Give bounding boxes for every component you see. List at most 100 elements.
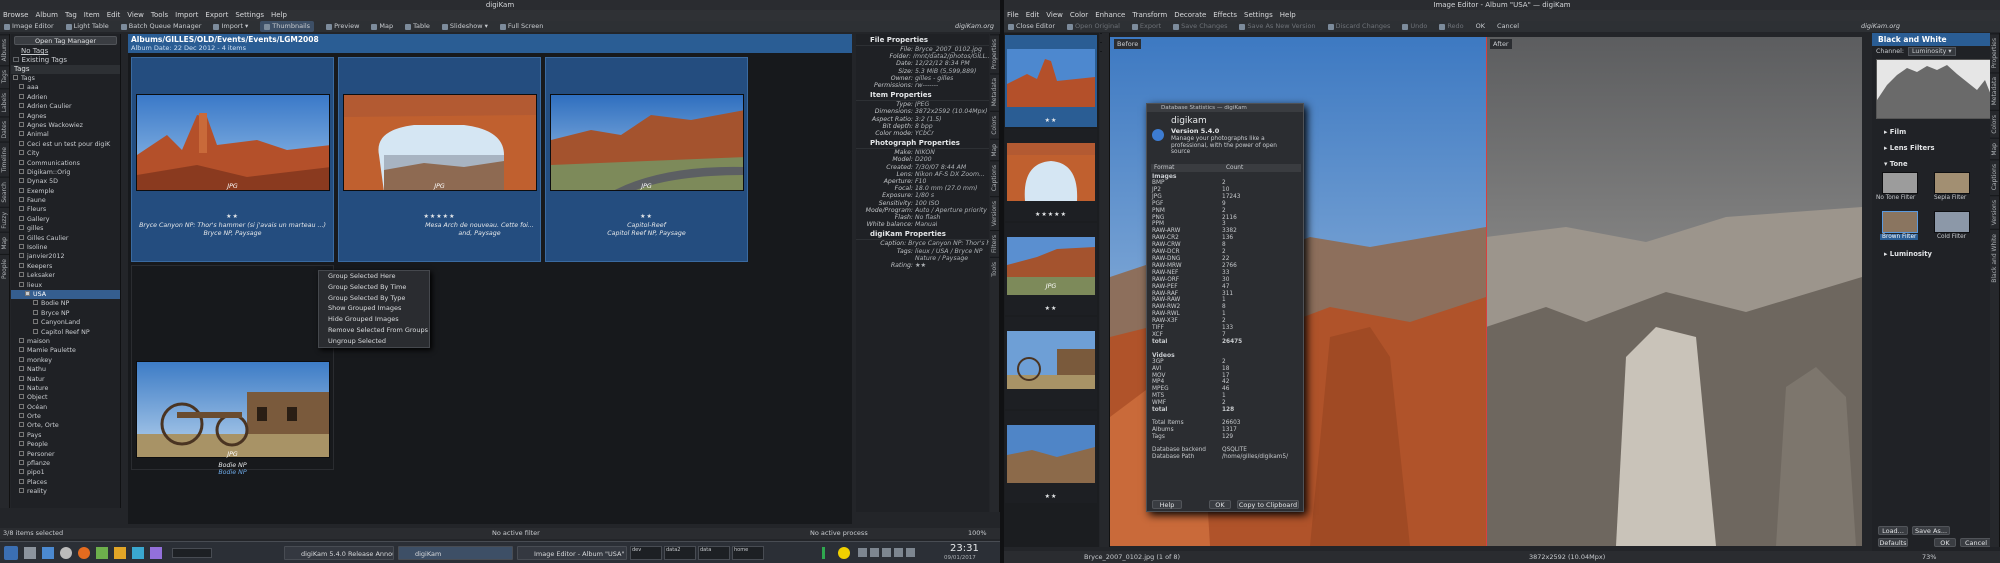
tab-versions[interactable]: Versions (1990, 194, 1999, 229)
map-button[interactable]: Map (371, 21, 393, 32)
save-as-button[interactable]: Save As... (1912, 526, 1950, 535)
desktop-3[interactable]: data (698, 546, 730, 560)
copy-to-clipboard-button[interactable]: Copy to Clipboard (1237, 500, 1299, 509)
tray-icon[interactable] (894, 548, 903, 557)
tag-checkbox[interactable] (19, 450, 24, 456)
tag-item[interactable]: Agnes (11, 112, 120, 121)
tag-item[interactable]: lieux (11, 281, 120, 290)
menu-item-group-selected-here[interactable]: Group Selected Here (319, 271, 429, 282)
import-button[interactable]: Import ▾ (213, 21, 248, 32)
tag-checkbox[interactable] (19, 413, 24, 419)
tab-tools[interactable]: Tools (990, 256, 999, 281)
menu-edit[interactable]: Edit (1026, 10, 1040, 21)
tag-checkbox[interactable] (33, 300, 38, 306)
tab-metadata[interactable]: Metadata (990, 73, 999, 111)
tag-item[interactable]: Animal (11, 130, 120, 139)
tag-item[interactable]: Adrien Caulier (11, 102, 120, 111)
tag-checkbox[interactable] (19, 488, 24, 494)
help-button[interactable]: Help (1152, 500, 1182, 509)
fullscreen-button[interactable]: Full Screen (499, 21, 543, 32)
after-preview[interactable]: After (1486, 37, 1862, 546)
tag-item[interactable]: Ceci est un test pour digiK (11, 140, 120, 149)
tag-item[interactable]: Leksaker (11, 271, 120, 280)
tag-item[interactable]: Natur (11, 375, 120, 384)
strip-rating[interactable]: ★★ (1005, 305, 1097, 312)
file-manager-icon[interactable] (42, 547, 54, 559)
tag-checkbox[interactable] (19, 197, 24, 203)
menu-transform[interactable]: Transform (1132, 10, 1167, 21)
menu-browse[interactable]: Browse (3, 10, 29, 21)
weather-icon[interactable] (838, 547, 850, 559)
tag-checkbox[interactable] (19, 112, 24, 118)
sepia-filter-thumb[interactable] (1934, 172, 1970, 194)
tab-search[interactable]: Search (0, 176, 9, 207)
tag-checkbox[interactable] (19, 93, 24, 99)
slideshow-button[interactable]: Slideshow ▾ (441, 21, 488, 32)
tag-checkbox[interactable] (19, 121, 24, 127)
cancel-button[interactable]: Cancel (1960, 538, 1992, 547)
menu-help[interactable]: Help (1280, 10, 1296, 21)
load-button[interactable]: Load... (1878, 526, 1908, 535)
tab-labels[interactable]: Labels (0, 87, 9, 116)
tag-item[interactable]: Personer (11, 450, 120, 459)
close-editor-button[interactable]: Close Editor (1008, 21, 1055, 32)
tag-checkbox[interactable] (33, 309, 38, 315)
tag-checkbox[interactable] (19, 178, 24, 184)
desktop-1[interactable]: dev (630, 546, 662, 560)
tag-item[interactable]: Océan (11, 403, 120, 412)
film-section[interactable]: ▸ Film (1872, 127, 1906, 138)
tab-colors[interactable]: Colors (990, 110, 999, 139)
menu-item-remove-selected-from-groups[interactable]: Remove Selected From Groups (319, 325, 429, 336)
defaults-button[interactable]: Defaults (1878, 538, 1908, 547)
tag-checkbox[interactable] (19, 347, 24, 353)
thumbnails-button[interactable]: Thumbnails (260, 21, 315, 32)
tag-item[interactable]: Bryce NP (11, 309, 120, 318)
tag-checkbox[interactable] (19, 460, 24, 466)
tag-checkbox[interactable] (19, 403, 24, 409)
tag-checkbox[interactable] (19, 215, 24, 221)
strip-rating[interactable]: ★★ (1005, 493, 1097, 500)
strip-item[interactable] (1005, 317, 1097, 409)
tab-black-and-white[interactable]: Black and White (1990, 228, 1999, 287)
tag-item[interactable]: City (11, 149, 120, 158)
menu-import[interactable]: Import (175, 10, 198, 21)
histogram[interactable] (1876, 59, 1996, 119)
tag-item[interactable]: Orte (11, 412, 120, 421)
image-editor-button[interactable]: Image Editor (4, 21, 54, 32)
tray-icon[interactable] (858, 548, 867, 557)
tag-item[interactable]: Orte, Orte (11, 421, 120, 430)
tag-checkbox[interactable] (19, 431, 24, 437)
tab-properties[interactable]: Properties (1990, 33, 1999, 73)
tab-map[interactable]: Map (990, 138, 999, 161)
tab-item[interactable] (1100, 33, 1102, 42)
tag-item[interactable]: Bodie NP (11, 299, 120, 308)
item-properties-header[interactable]: Item Properties (856, 89, 989, 102)
task-release-announcement[interactable]: digiKam 5.4.0 Release Annou... (284, 546, 394, 560)
tag-item[interactable]: Exemple (11, 187, 120, 196)
tag-checkbox[interactable] (19, 281, 24, 287)
tab-map[interactable]: Map (1990, 137, 1999, 160)
tab-dates[interactable]: Dates (0, 115, 9, 143)
tag-checkbox[interactable] (19, 394, 24, 400)
preview-button[interactable]: Preview (326, 21, 359, 32)
save-changes-button[interactable]: Save Changes (1173, 21, 1227, 32)
zoom-indicator[interactable]: 73% (1922, 551, 1936, 563)
tag-checkbox[interactable] (19, 244, 24, 250)
tag-checkbox[interactable] (19, 103, 24, 109)
thumbnail-rating[interactable]: ★★★★★ (339, 213, 540, 220)
tag-checkbox[interactable] (19, 384, 24, 390)
open-tag-manager-button[interactable]: Open Tag Manager (14, 36, 117, 45)
strip-item[interactable]: ★★ (1005, 35, 1097, 127)
tag-item[interactable]: Gilles Caulier (11, 234, 120, 243)
tag-item[interactable]: aaa (11, 83, 120, 92)
tag-item[interactable]: Keepers (11, 262, 120, 271)
tab-map[interactable]: Map (0, 232, 9, 255)
clock-time[interactable]: 23:31 (950, 543, 979, 554)
tag-checkbox[interactable] (19, 272, 24, 278)
tag-item[interactable]: pflanze (11, 459, 120, 468)
tag-item[interactable]: Fleurs (11, 205, 120, 214)
filter-status[interactable]: No active filter (492, 528, 540, 539)
tag-checkbox[interactable] (25, 290, 30, 296)
digikam-properties-header[interactable]: digiKam Properties (856, 228, 989, 241)
format-column-header[interactable]: Format (1151, 164, 1226, 172)
